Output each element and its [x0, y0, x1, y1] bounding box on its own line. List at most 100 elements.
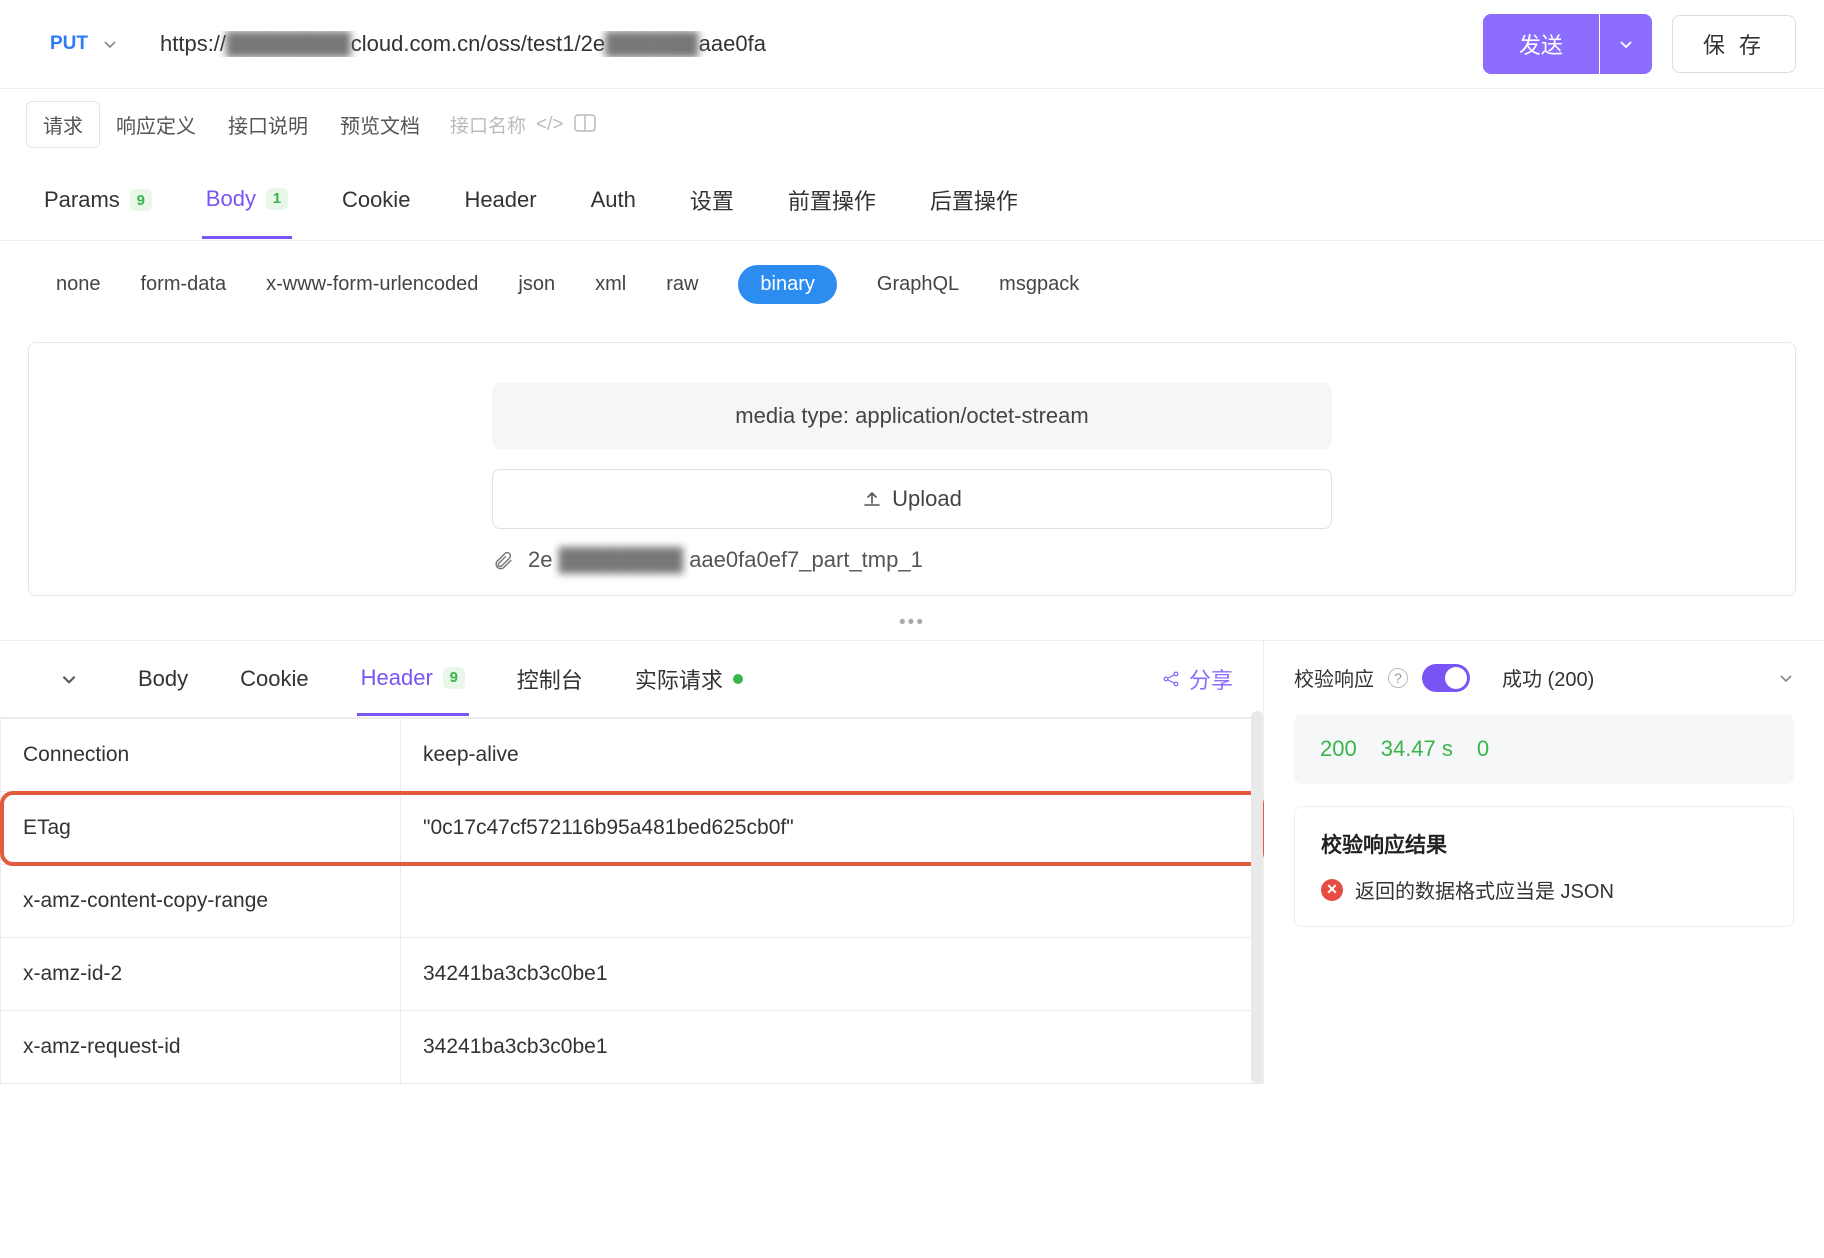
table-row: x-amz-content-copy-range — [1, 865, 1263, 938]
table-row: ETag"0c17c47cf572116b95a481bed625cb0f" — [1, 792, 1263, 865]
http-method-value: PUT — [50, 33, 88, 55]
badge-count: 1 — [266, 188, 288, 210]
url-part: cloud.com.cn/oss/test1/2e — [351, 31, 605, 57]
url-redacted: ██████ — [605, 31, 699, 57]
badge-count: 9 — [443, 667, 465, 689]
upload-button[interactable]: Upload — [492, 469, 1332, 529]
body-type-form-data[interactable]: form-data — [141, 273, 227, 296]
validation-result-card: 校验响应结果 ✕ 返回的数据格式应当是 JSON — [1294, 806, 1794, 927]
response-right-panel: 校验响应 ? 成功 (200) 200 34.47 s 0 校验响应结果 ✕ 返… — [1264, 641, 1824, 1084]
validate-toggle[interactable] — [1422, 664, 1470, 692]
body-type-raw[interactable]: raw — [666, 273, 698, 296]
body-type-binary[interactable]: binary — [738, 265, 836, 304]
validation-error-line: ✕ 返回的数据格式应当是 JSON — [1321, 875, 1767, 904]
header-key: x-amz-content-copy-range — [1, 865, 401, 938]
tab-settings[interactable]: 设置 — [686, 160, 738, 240]
tab-request[interactable]: 请求 — [26, 101, 100, 148]
resp-tab-body[interactable]: Body — [134, 644, 192, 714]
panel-icon[interactable] — [574, 114, 596, 132]
body-type-graphql[interactable]: GraphQL — [877, 273, 959, 296]
tab-pre-op[interactable]: 前置操作 — [784, 160, 880, 240]
help-icon[interactable]: ? — [1388, 668, 1408, 688]
table-row: x-amz-id-234241ba3cb3c0be1 — [1, 938, 1263, 1011]
request-tabs: Params 9 Body 1 Cookie Header Auth 设置 前置… — [0, 160, 1824, 241]
upload-icon — [862, 489, 882, 509]
header-key: x-amz-id-2 — [1, 938, 401, 1011]
code-icon[interactable]: </> — [536, 114, 563, 136]
uploaded-file: 2e ████████ aae0fa0ef7_part_tmp_1 — [492, 547, 1332, 573]
header-value: 34241ba3cb3c0be1 — [401, 938, 1263, 1011]
validation-result-title: 校验响应结果 — [1321, 829, 1767, 859]
send-button[interactable]: 发送 — [1483, 14, 1599, 74]
header-value: "0c17c47cf572116b95a481bed625cb0f" — [401, 792, 1263, 865]
tab-post-op[interactable]: 后置操作 — [926, 160, 1022, 240]
chevron-down-icon — [102, 36, 118, 52]
tab-cookie[interactable]: Cookie — [338, 163, 414, 237]
header-key: Connection — [1, 719, 401, 792]
resp-tab-console[interactable]: 控制台 — [513, 641, 587, 717]
response-left-panel: Body Cookie Header 9 控制台 实际请求 分享 Connect… — [0, 641, 1264, 1084]
response-status-card: 200 34.47 s 0 — [1294, 714, 1794, 784]
response-area: Body Cookie Header 9 控制台 实际请求 分享 Connect… — [0, 640, 1824, 1084]
tab-preview-doc[interactable]: 预览文档 — [324, 102, 436, 147]
validation-error-text: 返回的数据格式应当是 JSON — [1355, 875, 1614, 904]
validate-label: 校验响应 — [1294, 663, 1374, 692]
badge-count: 9 — [130, 189, 152, 211]
request-topbar: PUT https:// ████████ cloud.com.cn/oss/t… — [0, 0, 1824, 89]
url-part: aae0fa — [699, 31, 766, 57]
doc-toolbar: 请求 响应定义 接口说明 预览文档 接口名称 </> — [0, 89, 1824, 160]
url-redacted: ████████ — [226, 31, 351, 57]
status-dot-icon — [733, 674, 743, 684]
tab-label: Params — [44, 187, 120, 213]
share-icon — [1161, 669, 1181, 689]
body-type-none[interactable]: none — [56, 273, 101, 296]
body-type-json[interactable]: json — [518, 273, 555, 296]
header-value — [401, 865, 1263, 938]
upload-label: Upload — [892, 486, 962, 512]
resp-tab-actual-request[interactable]: 实际请求 — [631, 641, 747, 717]
file-name-redacted: ████████ — [558, 547, 683, 573]
body-content-panel: media type: application/octet-stream Upl… — [28, 342, 1796, 596]
share-button[interactable]: 分享 — [1161, 663, 1233, 695]
response-tabs: Body Cookie Header 9 控制台 实际请求 分享 — [0, 641, 1263, 718]
header-value: keep-alive — [401, 719, 1263, 792]
file-name-part: 2e — [528, 547, 552, 573]
header-value: 34241ba3cb3c0be1 — [401, 1011, 1263, 1084]
status-code: 200 — [1320, 736, 1357, 762]
tab-header[interactable]: Header — [460, 163, 540, 237]
share-label: 分享 — [1189, 663, 1233, 695]
tab-body[interactable]: Body 1 — [202, 162, 292, 239]
resp-tab-cookie[interactable]: Cookie — [236, 644, 312, 714]
body-type-xml[interactable]: xml — [595, 273, 626, 296]
send-dropdown-button[interactable] — [1600, 14, 1652, 74]
tab-response-def[interactable]: 响应定义 — [100, 102, 212, 147]
tab-api-desc[interactable]: 接口说明 — [212, 102, 324, 147]
header-key: x-amz-request-id — [1, 1011, 401, 1084]
tab-label: Body — [206, 186, 256, 212]
file-name-part: aae0fa0ef7_part_tmp_1 — [689, 547, 923, 573]
tab-params[interactable]: Params 9 — [40, 163, 156, 237]
status-time: 34.47 s — [1381, 736, 1453, 762]
tab-label: 实际请求 — [635, 663, 723, 695]
chevron-down-icon[interactable] — [1778, 670, 1794, 686]
body-type-selector: none form-data x-www-form-urlencoded jso… — [0, 241, 1824, 328]
url-input[interactable]: https:// ████████ cloud.com.cn/oss/test1… — [160, 31, 1463, 57]
scrollbar-track[interactable] — [1251, 711, 1263, 1084]
tab-label: Header — [361, 665, 433, 691]
save-button[interactable]: 保 存 — [1672, 15, 1796, 73]
http-method-select[interactable]: PUT — [28, 21, 140, 67]
tab-auth[interactable]: Auth — [587, 163, 640, 237]
attachment-icon — [492, 549, 514, 571]
status-size: 0 — [1477, 736, 1489, 762]
body-type-msgpack[interactable]: msgpack — [999, 273, 1079, 296]
chevron-down-icon — [1618, 36, 1634, 52]
api-name-placeholder: 接口名称 — [450, 111, 526, 138]
body-type-xwww[interactable]: x-www-form-urlencoded — [266, 273, 478, 296]
table-row: Connectionkeep-alive — [1, 719, 1263, 792]
url-part: https:// — [160, 31, 226, 57]
resize-handle[interactable]: ••• — [0, 606, 1824, 640]
chevron-down-icon — [60, 670, 78, 688]
expected-status-select[interactable]: 成功 (200) — [1502, 663, 1594, 692]
resp-tab-header[interactable]: Header 9 — [357, 643, 469, 716]
collapse-response-button[interactable] — [30, 648, 90, 710]
